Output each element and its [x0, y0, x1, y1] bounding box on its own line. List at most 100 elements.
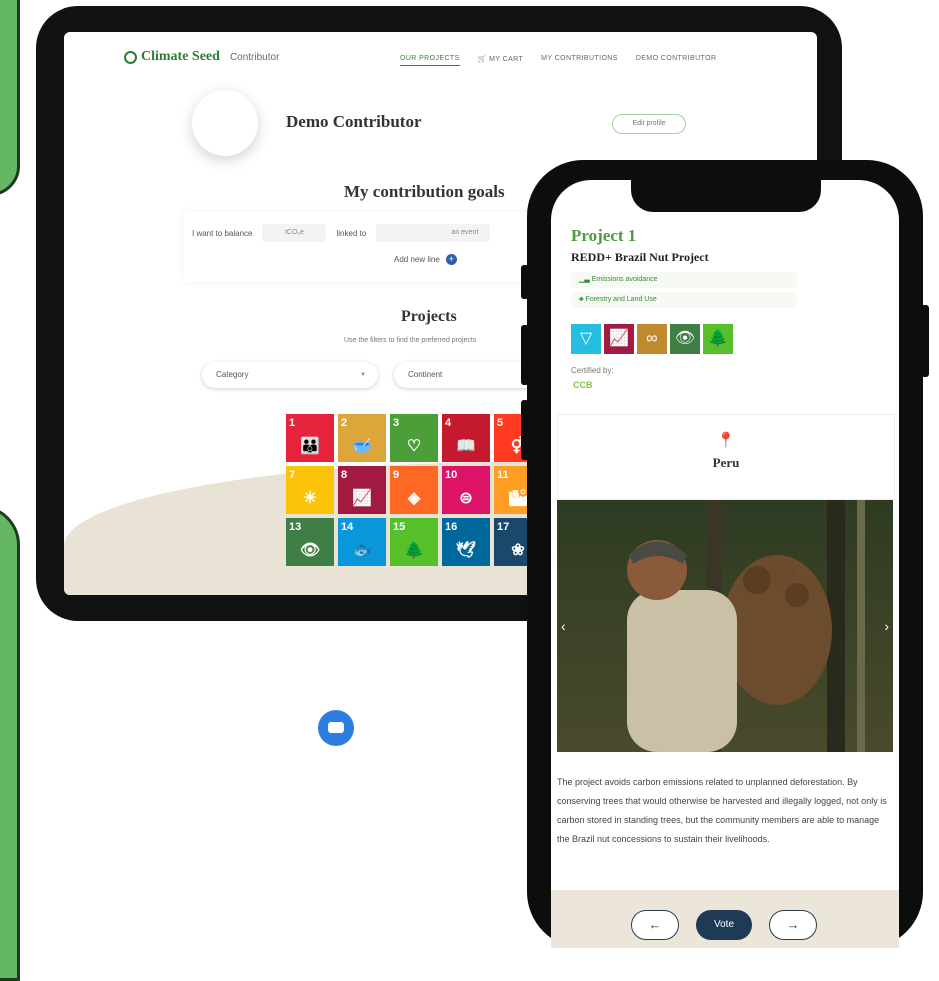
- project-sdg-icon: 🌲: [703, 324, 733, 354]
- cubes-icon: ◈: [407, 490, 421, 507]
- tag-forestry: ♣ Forestry and Land Use: [571, 292, 797, 308]
- goals-title: My contribution goals: [344, 182, 505, 201]
- phone-screen: Project 1 REDD+ Brazil Nut Project ▁▃ Em…: [551, 180, 899, 948]
- project-name: REDD+ Brazil Nut Project: [571, 250, 709, 264]
- phone-side-button: [521, 325, 529, 385]
- chat-bubble-icon[interactable]: [318, 710, 354, 746]
- tag-emissions-label: Emissions avoidance: [591, 276, 658, 283]
- user-name: Demo Contributor: [286, 112, 422, 131]
- sdg-number: 15: [393, 521, 406, 533]
- category-select[interactable]: Category ▼: [202, 362, 378, 388]
- project-sdg-icon: 📈: [604, 324, 634, 354]
- sdg-number: 4: [445, 417, 452, 429]
- heartbeat-icon: ♡: [406, 438, 422, 455]
- carousel-next-icon[interactable]: ›: [884, 618, 889, 634]
- balance-label: I want to balance: [192, 228, 253, 238]
- equal-icon: ⊜: [459, 490, 473, 507]
- green-panel-top: [0, 0, 20, 196]
- fish-icon: 🐟: [352, 542, 372, 559]
- flower-icon: ❀: [511, 542, 525, 559]
- tree-icon: 🌲: [404, 542, 424, 559]
- nav-links: OUR PROJECTS 🛒 MY CART MY CONTRIBUTIONS …: [400, 55, 716, 66]
- people-icon: 👪: [300, 438, 320, 455]
- city-icon: 🏙: [507, 490, 529, 507]
- category-select-label: Category: [216, 370, 249, 379]
- goal-row: I want to balance tCO₂e linked to an eve…: [192, 224, 491, 242]
- project-sdgs: ▽ 📈 ∞ 👁 🌲: [571, 324, 733, 354]
- growth-chart-icon: 📈: [352, 490, 372, 507]
- eye-icon: 👁: [299, 542, 321, 559]
- project-photo: ‹ ›: [557, 500, 893, 752]
- sdg-number: 7: [289, 469, 296, 481]
- continent-select-label: Continent: [408, 370, 443, 379]
- sdg-tile-9[interactable]: 9 ◈: [390, 466, 438, 514]
- phone-side-button: [921, 305, 929, 377]
- dove-icon: 🕊: [455, 542, 477, 559]
- nav-demo-contributor[interactable]: DEMO CONTRIBUTOR: [636, 55, 717, 66]
- top-nav: Climate Seed Contributor OUR PROJECTS 🛒 …: [64, 32, 817, 80]
- plus-icon: +: [445, 254, 457, 265]
- sdg-number: 17: [497, 521, 510, 533]
- ccb-standards-logo: CCB: [573, 380, 593, 390]
- nav-my-contributions[interactable]: MY CONTRIBUTIONS: [541, 55, 618, 66]
- bowl-icon: 🥣: [352, 438, 372, 455]
- previous-button[interactable]: ←: [631, 910, 679, 940]
- sdg-tile-10[interactable]: 10 ⊜: [442, 466, 490, 514]
- sdg-tile-3[interactable]: 3 ♡: [390, 414, 438, 462]
- sdg-number: 10: [445, 469, 458, 481]
- tco2e-input[interactable]: tCO₂e: [262, 224, 327, 242]
- sdg-number: 8: [341, 469, 348, 481]
- nav-our-projects[interactable]: OUR PROJECTS: [400, 55, 460, 66]
- cart-icon: 🛒: [477, 56, 490, 63]
- sdg-number: 5: [497, 417, 504, 429]
- tag-forestry-label: Forestry and Land Use: [585, 296, 657, 303]
- forest-worker-image: [557, 500, 893, 752]
- sdg-number: 16: [445, 521, 458, 533]
- map-pin-icon: 📍: [716, 432, 736, 449]
- next-button[interactable]: →: [769, 910, 817, 940]
- sdg-tile-1[interactable]: 1 👪: [286, 414, 334, 462]
- carousel-prev-icon[interactable]: ‹: [561, 618, 566, 634]
- tag-emissions: ▁▃ Emissions avoidance: [571, 272, 797, 288]
- sdg-tile-8[interactable]: 8 📈: [338, 466, 386, 514]
- avatar[interactable]: [192, 90, 258, 156]
- sdg-number: 9: [393, 469, 400, 481]
- seed-logo-icon: [124, 50, 137, 64]
- location-card: 📍 Peru: [557, 414, 895, 500]
- sdg-grid: 1 👪 2 🥣 3 ♡ 4 📖 5 ⚥ 7 ☀ 8 📈 9 ◈ 10 ⊜ 11 🏙 13 👁 14 🐟 15 🌲 16 🕊 17 ❀: [286, 414, 542, 566]
- book-icon: 📖: [456, 438, 476, 455]
- sdg-tile-14[interactable]: 14 🐟: [338, 518, 386, 566]
- project-sdg-icon: ▽: [571, 324, 601, 354]
- sdg-number: 14: [341, 521, 354, 533]
- linked-label: linked to: [336, 228, 367, 238]
- project-sdg-icon: 👁: [670, 324, 700, 354]
- project-label: Project 1: [571, 226, 637, 245]
- vote-button[interactable]: Vote: [696, 910, 752, 940]
- sdg-tile-2[interactable]: 2 🥣: [338, 414, 386, 462]
- location-name: Peru: [712, 455, 740, 470]
- sdg-number: 1: [289, 417, 296, 429]
- project-sdg-icon: ∞: [637, 324, 667, 354]
- phone-side-button: [521, 400, 529, 460]
- add-line-button[interactable]: Add new line +: [394, 254, 457, 265]
- edit-profile-button[interactable]: Edit profile: [612, 114, 686, 134]
- linked-select[interactable]: an event: [376, 224, 491, 242]
- sdg-tile-15[interactable]: 15 🌲: [390, 518, 438, 566]
- logo[interactable]: Climate Seed Contributor: [124, 49, 279, 65]
- project-description: The project avoids carbon emissions rela…: [557, 777, 887, 844]
- sdg-tile-16[interactable]: 16 🕊: [442, 518, 490, 566]
- sdg-tile-4[interactable]: 4 📖: [442, 414, 490, 462]
- sdg-number: 13: [289, 521, 302, 533]
- projects-title: Projects: [401, 308, 457, 325]
- nav-my-cart[interactable]: 🛒 MY CART: [478, 55, 524, 66]
- add-line-label: Add new line: [394, 255, 440, 264]
- sdg-number: 2: [341, 417, 348, 429]
- sdg-tile-13[interactable]: 13 👁: [286, 518, 334, 566]
- bottom-actions: ← Vote →: [551, 890, 899, 948]
- sdg-number: 3: [393, 417, 400, 429]
- logo-subtitle: Contributor: [229, 51, 280, 63]
- sdg-tile-7[interactable]: 7 ☀: [286, 466, 334, 514]
- phone-device: Project 1 REDD+ Brazil Nut Project ▁▃ Em…: [521, 160, 929, 948]
- nav-my-cart-label: MY CART: [489, 56, 524, 63]
- phone-notch: [631, 180, 821, 212]
